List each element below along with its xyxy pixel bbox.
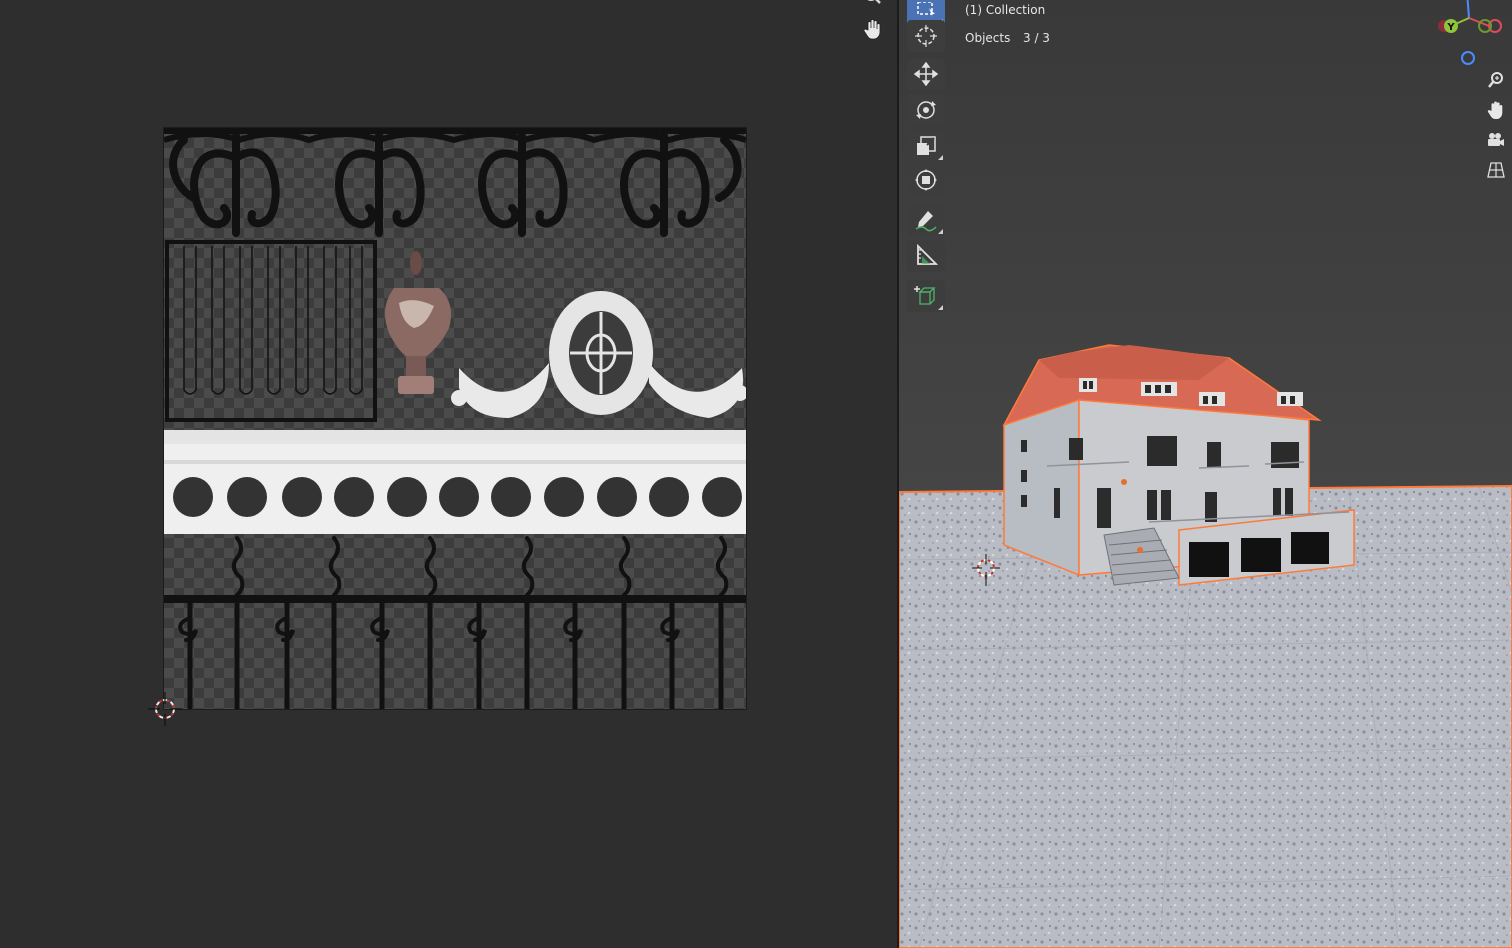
rotate-icon: [916, 101, 936, 119]
select-box-icon: [917, 2, 935, 18]
annotate-tool[interactable]: [907, 204, 945, 236]
scale-tool[interactable]: [907, 130, 945, 162]
vase-finial: [385, 251, 452, 394]
scroll-railing: [164, 128, 746, 237]
texture-atlas: [164, 128, 746, 709]
add-cube-icon: [914, 286, 936, 305]
zoom-icon: [1488, 72, 1503, 88]
move-icon: [914, 62, 938, 86]
uv-image-editor[interactable]: [0, 0, 897, 948]
transform-icon: [915, 169, 937, 191]
pan-button[interactable]: [1484, 98, 1508, 122]
white-frieze: [164, 430, 746, 534]
perspective-toggle-button[interactable]: [1484, 158, 1508, 182]
picket-fence: [164, 536, 746, 709]
move-tool[interactable]: [907, 58, 945, 90]
pan-hand-icon[interactable]: [860, 14, 886, 44]
camera-view-button[interactable]: [1484, 128, 1508, 152]
cursor-tool[interactable]: [907, 20, 945, 52]
navigation-gizmo[interactable]: Y: [1429, 0, 1509, 68]
scene-render: [899, 0, 1512, 948]
transform-tool[interactable]: [907, 164, 945, 196]
3d-cursor-icon[interactable]: [971, 552, 1001, 588]
collection-label: (1) Collection: [965, 3, 1046, 17]
zoom-icon[interactable]: [862, 0, 884, 8]
texture-image[interactable]: [163, 127, 747, 710]
rotate-tool[interactable]: [907, 94, 945, 126]
iron-grille: [165, 240, 377, 422]
oval-cartouche: [451, 291, 746, 418]
measure-tool[interactable]: [907, 240, 945, 272]
gizmo-y-label: Y: [1446, 22, 1455, 33]
cursor-icon: [915, 25, 937, 47]
annotate-icon: [915, 211, 937, 232]
3d-viewport[interactable]: (1) Collection Objects 3 / 3 Y: [899, 0, 1512, 948]
camera-icon: [1488, 133, 1504, 146]
objects-label: Objects: [965, 31, 1011, 45]
pan-hand-icon: [1487, 101, 1503, 119]
2d-cursor-icon[interactable]: [146, 690, 184, 728]
measure-icon: [917, 244, 938, 265]
zoom-button[interactable]: [1484, 68, 1508, 92]
objects-count: 3 / 3: [1023, 31, 1050, 45]
scale-icon: [917, 136, 936, 155]
grid-perspective-icon: [1487, 162, 1505, 178]
add-cube-tool[interactable]: [907, 280, 945, 312]
